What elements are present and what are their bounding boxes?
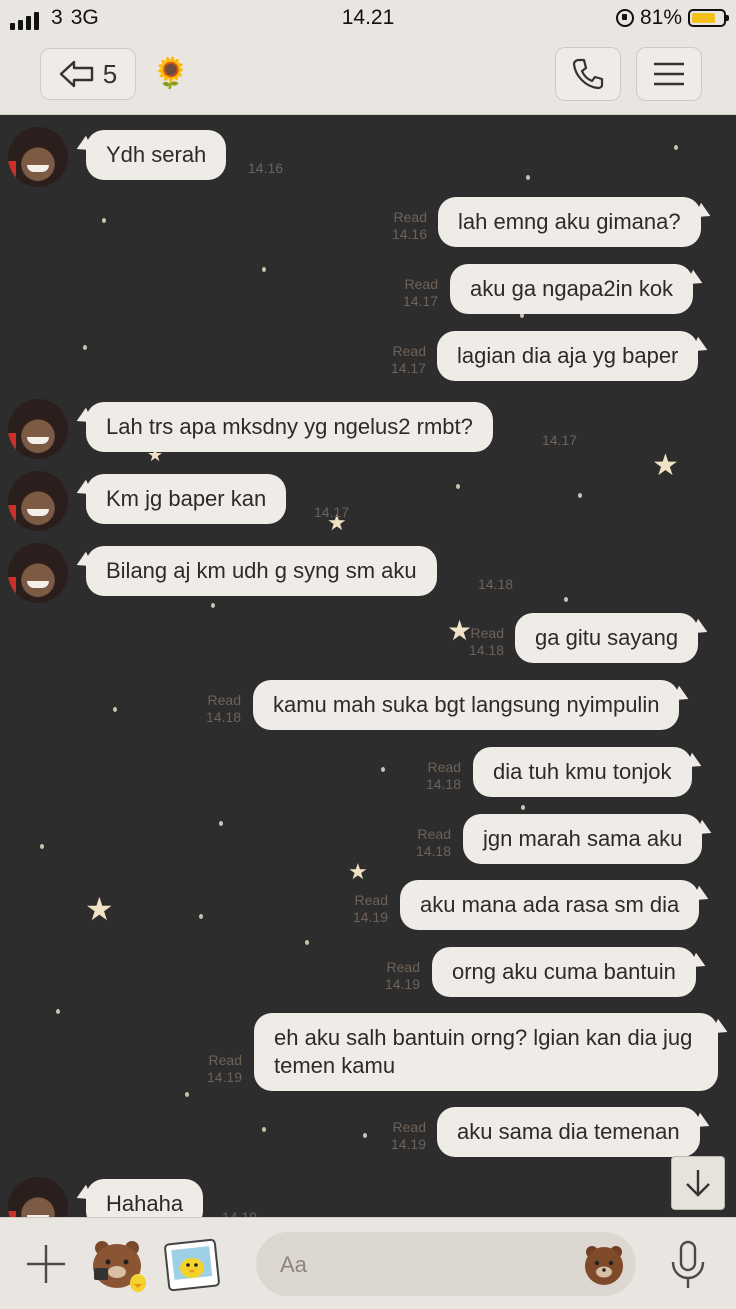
message-text: lagian dia aja yg baper — [457, 343, 679, 368]
outgoing-message[interactable]: lagian dia aja yg baper — [437, 331, 699, 381]
outgoing-message[interactable]: eh aku salh bantuin orng? lgian kan dia … — [254, 1013, 718, 1091]
message-text: eh aku salh bantuin orng? lgian kan dia … — [274, 1025, 693, 1078]
chat-header: 5 🌻 — [0, 36, 736, 115]
read-receipt: Read 14.18 — [425, 759, 461, 792]
back-button[interactable]: 5 — [40, 48, 136, 100]
battery-group: 81% — [615, 6, 729, 30]
outgoing-message[interactable]: aku sama dia temenan — [437, 1107, 700, 1157]
message-text: Km jg baper kan — [106, 486, 267, 511]
call-button[interactable] — [555, 47, 621, 101]
message-time: 14.17 — [542, 432, 578, 448]
phone-icon — [572, 58, 604, 90]
incoming-message[interactable]: Bilang aj km udh g syng sm aku — [86, 546, 437, 596]
read-receipt: Read 14.19 — [384, 959, 420, 992]
message-text: dia tuh kmu tonjok — [493, 759, 672, 784]
chat-title-emoji: 🌻 — [152, 57, 190, 90]
contact-avatar[interactable] — [8, 543, 68, 603]
status-bar: 3 3G 14.21 81% — [0, 0, 736, 36]
message-time: 14.16 — [248, 160, 284, 176]
message-text: Lah trs apa mksdny yg ngelus2 rmbt? — [106, 414, 473, 439]
message-text: aku mana ada rasa sm dia — [420, 892, 680, 917]
outgoing-message[interactable]: aku ga ngapa2in kok — [450, 264, 694, 314]
outgoing-message[interactable]: jgn marah sama aku — [463, 814, 703, 864]
read-receipt: Read 14.16 — [391, 209, 427, 242]
contact-avatar[interactable] — [8, 399, 68, 459]
back-arrow-icon — [59, 60, 93, 88]
contact-avatar[interactable] — [8, 1177, 68, 1217]
message-time: 14.17 — [314, 504, 350, 520]
incoming-message[interactable]: Lah trs apa mksdny yg ngelus2 rmbt? — [86, 402, 493, 452]
photo-icon[interactable] — [164, 1238, 220, 1292]
read-receipt: Read 14.19 — [352, 892, 388, 925]
microphone-icon[interactable] — [666, 1240, 710, 1290]
message-time: 14.18 — [478, 576, 514, 592]
message-text: kamu mah suka bgt langsung nyimpulin — [273, 692, 660, 717]
incoming-message[interactable]: Km jg baper kan — [86, 474, 287, 524]
message-time: 14.19 — [222, 1209, 258, 1217]
message-text: Ydh serah — [106, 142, 207, 167]
read-receipt: Read 14.17 — [402, 276, 438, 309]
outgoing-message[interactable]: kamu mah suka bgt langsung nyimpulin — [253, 680, 680, 730]
outgoing-message[interactable]: ga gitu sayang — [515, 613, 699, 663]
battery-percent: 81% — [639, 6, 682, 29]
message-text: aku ga ngapa2in kok — [470, 276, 674, 301]
message-text: orng aku cuma bantuin — [452, 959, 676, 984]
chat-area[interactable]: ★ ★ ★ ★ ★ ★ Ydh serah 14.16 Read 14.16 la… — [0, 115, 736, 1217]
message-input-placeholder: Aa — [280, 1252, 307, 1277]
outgoing-message[interactable]: aku mana ada rasa sm dia — [400, 880, 700, 930]
battery-icon — [688, 9, 729, 27]
message-text: ga gitu sayang — [535, 625, 679, 650]
scroll-to-bottom-button[interactable] — [671, 1156, 725, 1210]
message-text: jgn marah sama aku — [483, 826, 683, 851]
outgoing-message[interactable]: orng aku cuma bantuin — [432, 947, 696, 997]
message-composer: Aa — [0, 1217, 736, 1309]
read-receipt: Read 14.18 — [468, 625, 504, 658]
message-text: Hahaha — [106, 1191, 184, 1216]
menu-icon — [654, 62, 684, 86]
incoming-message[interactable]: Ydh serah — [86, 130, 227, 180]
orientation-lock-icon — [615, 9, 634, 27]
message-text: Bilang aj km udh g syng sm aku — [106, 558, 417, 583]
incoming-message[interactable]: Hahaha — [86, 1179, 204, 1217]
outgoing-message[interactable]: lah emng aku gimana? — [438, 197, 701, 247]
contact-avatar[interactable] — [8, 127, 68, 187]
message-input[interactable]: Aa — [256, 1232, 636, 1296]
menu-button[interactable] — [636, 47, 702, 101]
plus-icon[interactable] — [26, 1244, 66, 1284]
message-text: lah emng aku gimana? — [458, 209, 681, 234]
read-receipt: Read 14.19 — [390, 1119, 426, 1152]
arrow-down-icon — [686, 1170, 710, 1197]
emoji-icon[interactable] — [582, 1242, 626, 1286]
unread-count: 5 — [102, 58, 118, 89]
message-text: aku sama dia temenan — [457, 1119, 680, 1144]
read-receipt: Read 14.19 — [206, 1052, 242, 1085]
read-receipt: Read 14.17 — [390, 343, 426, 376]
read-receipt: Read 14.18 — [415, 826, 451, 859]
read-receipt: Read 14.18 — [205, 692, 241, 725]
contact-avatar[interactable] — [8, 471, 68, 531]
sticker-icon[interactable] — [88, 1234, 148, 1294]
outgoing-message[interactable]: dia tuh kmu tonjok — [473, 747, 692, 797]
